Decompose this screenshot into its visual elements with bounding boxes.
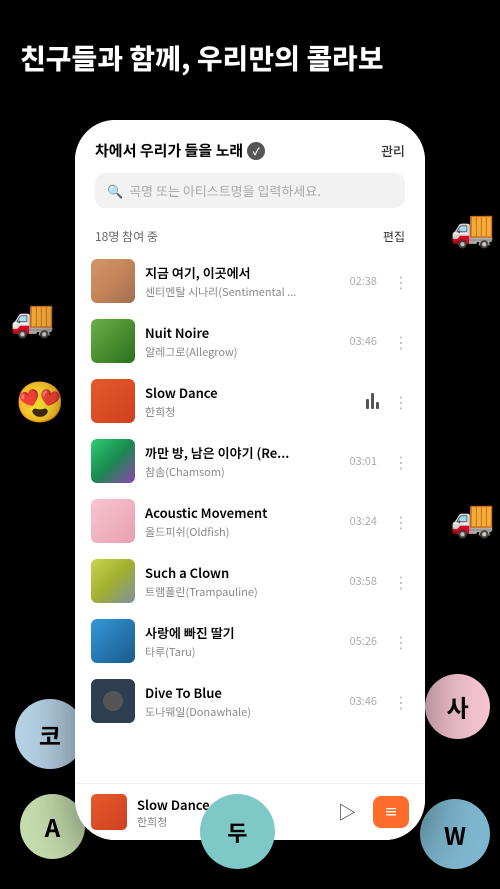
song-artist: 센티멘탈 시나리(Sentimental ...: [145, 284, 340, 300]
song-info: Nuit Noire 알레그로(Allegrow): [145, 323, 340, 360]
participants-text: 18명 참여 중: [95, 228, 158, 245]
song-title: Nuit Noire: [145, 323, 340, 342]
song-menu-icon[interactable]: ⋮: [393, 689, 409, 713]
song-thumb: [91, 379, 135, 423]
song-title: 사랑에 빠진 딸기: [145, 623, 340, 642]
song-artist: 올드피쉬(Oldfish): [145, 524, 340, 540]
song-item[interactable]: 까만 방, 남은 이야기 (Re... 참솜(Chamsom) 03:01 ⋮: [75, 431, 425, 491]
song-artist: 한희청: [145, 404, 356, 420]
love-emoji-icon: 😍: [15, 370, 65, 428]
song-duration: 03:58: [350, 573, 377, 589]
song-item[interactable]: Such a Clown 트램폴린(Trampauline) 03:58 ⋮: [75, 551, 425, 611]
header-title: 친구들과 함께, 우리만의 콜라보: [20, 40, 480, 76]
song-menu-icon[interactable]: ⋮: [393, 569, 409, 593]
search-bar[interactable]: 🔍 곡명 또는 아티스트명을 입력하세요.: [95, 173, 405, 208]
phone-content: 차에서 우리가 들을 노래 ✓ 관리 🔍 곡명 또는 아티스트명을 입력하세요.…: [75, 120, 425, 840]
song-info: 사랑에 빠진 딸기타루(Taru): [145, 623, 340, 660]
song-thumb: [91, 319, 135, 363]
song-info: Slow Dance 한희청: [145, 383, 356, 420]
circle-du: 두: [200, 794, 275, 869]
truck-icon-right-top: 🚚: [450, 200, 495, 252]
song-info: Dive To Blue 도나웨일(Donawhale): [145, 683, 340, 720]
song-artist: 참솜(Chamsom): [145, 464, 340, 480]
song-menu-icon[interactable]: ⋮: [393, 509, 409, 533]
circle-w: W: [420, 799, 490, 869]
song-artist: 도나웨일(Donawhale): [145, 704, 340, 720]
playlist-title-row: 차에서 우리가 들을 노래 ✓ 관리: [95, 140, 405, 161]
song-menu-icon[interactable]: ⋮: [393, 329, 409, 353]
playlist-chevron-icon[interactable]: ✓: [247, 142, 265, 160]
song-title: 까만 방, 남은 이야기 (Re...: [145, 443, 340, 462]
song-list: 지금 여기, 이곳에서센티멘탈 시나리(Sentimental ... 02:38…: [75, 251, 425, 783]
song-thumb: [91, 499, 135, 543]
manage-button[interactable]: 관리: [381, 141, 405, 160]
playlist-title: 차에서 우리가 들을 노래 ✓: [95, 140, 265, 161]
song-thumb: [91, 619, 135, 663]
truck-icon-left: 🚚: [10, 290, 55, 342]
song-title: Dive To Blue: [145, 683, 340, 702]
player-play-button[interactable]: ▷: [331, 796, 363, 828]
edit-button[interactable]: 편집: [383, 228, 405, 245]
song-title: Slow Dance: [145, 383, 356, 402]
playing-indicator: [366, 393, 379, 409]
song-menu-icon[interactable]: ⋮: [393, 449, 409, 473]
song-artist: 타루(Taru): [145, 644, 340, 660]
phone-frame: 차에서 우리가 들을 노래 ✓ 관리 🔍 곡명 또는 아티스트명을 입력하세요.…: [75, 120, 425, 840]
song-item[interactable]: 지금 여기, 이곳에서센티멘탈 시나리(Sentimental ... 02:38…: [75, 251, 425, 311]
song-duration: 02:38: [350, 273, 377, 289]
truck-icon-right-bottom: 🚚: [450, 490, 495, 542]
song-info: Acoustic Movement 올드피쉬(Oldfish): [145, 503, 340, 540]
song-item[interactable]: Acoustic Movement 올드피쉬(Oldfish) 03:24 ⋮: [75, 491, 425, 551]
song-item[interactable]: 사랑에 빠진 딸기타루(Taru) 05:26 ⋮: [75, 611, 425, 671]
song-duration: 03:01: [350, 453, 377, 469]
player-queue-button[interactable]: ≡: [373, 796, 409, 828]
song-duration: 03:46: [350, 693, 377, 709]
song-duration: 05:26: [350, 633, 377, 649]
search-placeholder: 곡명 또는 아티스트명을 입력하세요.: [129, 181, 321, 200]
song-thumb: [91, 679, 135, 723]
phone-header: 차에서 우리가 들을 노래 ✓ 관리 🔍 곡명 또는 아티스트명을 입력하세요.: [75, 120, 425, 218]
player-thumb: [91, 794, 127, 830]
search-icon: 🔍: [107, 181, 123, 200]
song-info: 지금 여기, 이곳에서센티멘탈 시나리(Sentimental ...: [145, 263, 340, 300]
song-artist: 알레그로(Allegrow): [145, 344, 340, 360]
song-thumb: [91, 439, 135, 483]
song-info: Such a Clown 트램폴린(Trampauline): [145, 563, 340, 600]
song-duration: 03:24: [350, 513, 377, 529]
song-menu-icon[interactable]: ⋮: [393, 269, 409, 293]
song-artist: 트램폴린(Trampauline): [145, 584, 340, 600]
song-menu-icon[interactable]: ⋮: [393, 629, 409, 653]
song-title: Acoustic Movement: [145, 503, 340, 522]
participants-row: 18명 참여 중 편집: [75, 218, 425, 251]
song-thumb: [91, 559, 135, 603]
song-item[interactable]: Slow Dance 한희청 ⋮: [75, 371, 425, 431]
circle-sa: 사: [425, 674, 490, 739]
song-thumb: [91, 259, 135, 303]
song-title: Such a Clown: [145, 563, 340, 582]
song-item[interactable]: Dive To Blue 도나웨일(Donawhale) 03:46 ⋮: [75, 671, 425, 731]
song-title: 지금 여기, 이곳에서: [145, 263, 340, 282]
song-item[interactable]: Nuit Noire 알레그로(Allegrow) 03:46 ⋮: [75, 311, 425, 371]
song-info: 까만 방, 남은 이야기 (Re... 참솜(Chamsom): [145, 443, 340, 480]
song-duration: 03:46: [350, 333, 377, 349]
song-menu-icon[interactable]: ⋮: [393, 389, 409, 413]
